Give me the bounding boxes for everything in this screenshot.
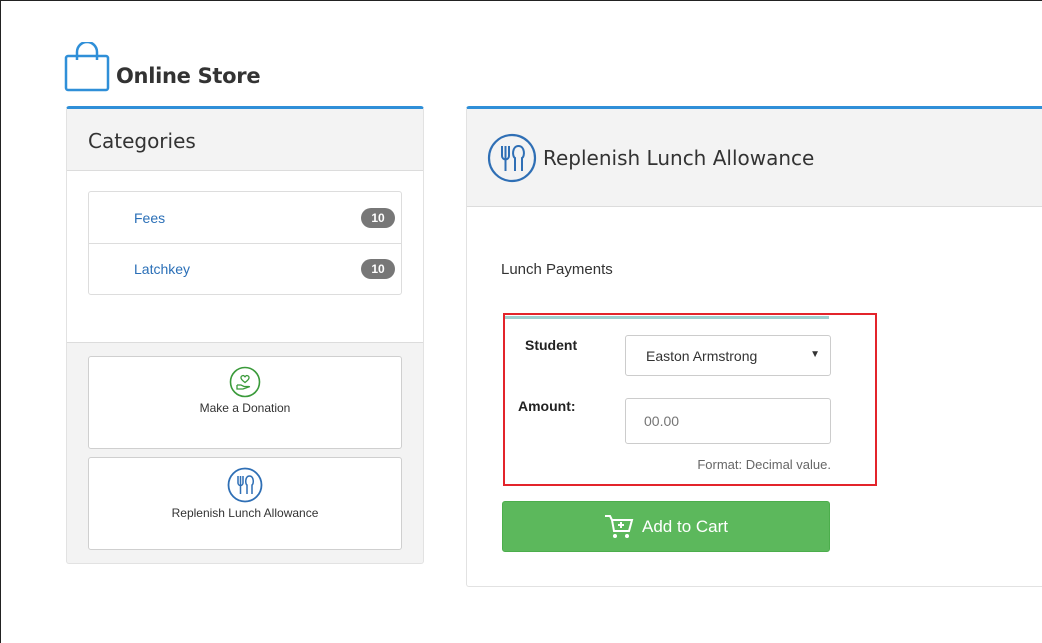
- make-donation-tile[interactable]: Make a Donation: [88, 356, 402, 449]
- tile-label: Make a Donation: [199, 401, 291, 415]
- category-count-badge: 10: [361, 259, 395, 279]
- student-select[interactable]: Easton Armstrong ▼: [625, 335, 831, 376]
- replenish-lunch-tile[interactable]: Replenish Lunch Allowance: [88, 457, 402, 550]
- form-divider: [505, 316, 829, 319]
- category-list: Fees 10 Latchkey 10: [88, 191, 402, 295]
- category-label[interactable]: Latchkey: [134, 261, 190, 277]
- add-to-cart-label: Add to Cart: [642, 516, 728, 536]
- categories-body: Fees 10 Latchkey 10: [67, 171, 423, 343]
- shopping-bag-icon: [64, 42, 110, 92]
- tile-label: Replenish Lunch Allowance: [171, 506, 319, 520]
- amount-format-hint: Format: Decimal value.: [697, 457, 831, 472]
- category-label[interactable]: Fees: [134, 210, 165, 226]
- categories-sidebar: Categories Fees 10 Latchkey 10 Make a Do…: [66, 106, 424, 564]
- section-title: Lunch Payments: [501, 261, 613, 278]
- categories-heading: Categories: [67, 109, 423, 171]
- store-title: Online Store: [116, 64, 261, 88]
- student-label: Student: [525, 337, 578, 353]
- caret-down-icon: ▼: [810, 349, 820, 360]
- category-count-badge: 10: [361, 207, 395, 228]
- category-item-latchkey[interactable]: Latchkey 10: [89, 243, 401, 294]
- amount-input[interactable]: [625, 398, 831, 444]
- category-item-fees[interactable]: Fees 10: [89, 192, 401, 243]
- payment-form-highlight: Student Easton Armstrong ▼ Amount: Forma…: [503, 313, 877, 486]
- panel-title: Replenish Lunch Allowance: [543, 145, 815, 170]
- add-to-cart-button[interactable]: Add to Cart: [502, 501, 830, 552]
- amount-label: Amount:: [518, 398, 576, 414]
- student-select-value: Easton Armstrong: [646, 347, 758, 364]
- utensils-icon: [227, 467, 263, 503]
- product-panel: Replenish Lunch Allowance Lunch Payments…: [466, 106, 1042, 587]
- utensils-icon: [487, 133, 537, 182]
- donation-hand-heart-icon: [229, 366, 261, 398]
- store-header: Online Store: [64, 42, 261, 92]
- cart-add-icon: [605, 514, 634, 538]
- panel-header: Replenish Lunch Allowance: [467, 109, 1042, 207]
